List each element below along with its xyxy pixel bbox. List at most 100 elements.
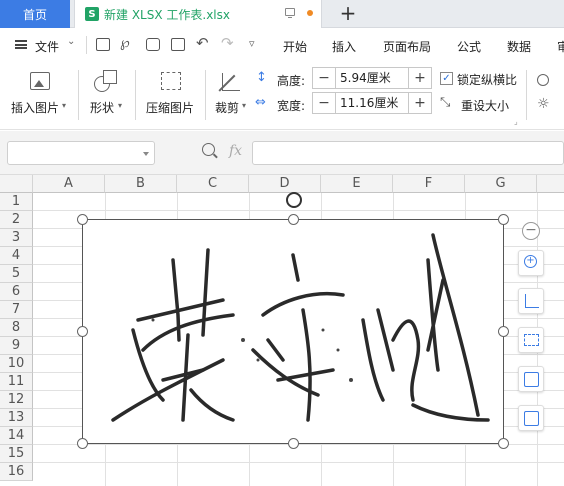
chevron-down-icon[interactable]: ▾: [118, 101, 122, 110]
row-header[interactable]: 12: [0, 391, 33, 409]
lock-ratio-checkbox[interactable]: ✓: [440, 72, 453, 85]
menu-bar: 文件 ⌄ ℘ ↶ ↷ ▿ 开始 插入 页面布局 公式 数据 审: [0, 28, 564, 62]
signature-picture[interactable]: [77, 192, 509, 449]
image-convert-button[interactable]: [518, 366, 544, 392]
print-icon[interactable]: [146, 38, 160, 51]
chevron-down-icon[interactable]: ▾: [242, 101, 246, 110]
zoom-in-button[interactable]: +: [518, 250, 544, 276]
row-header[interactable]: 5: [0, 265, 33, 283]
row-header[interactable]: 8: [0, 319, 33, 337]
resize-handle-bottom-right[interactable]: [498, 438, 509, 449]
column-header-b[interactable]: B: [105, 175, 177, 193]
dialog-launcher-icon[interactable]: ⌟: [514, 117, 518, 126]
menu-insert[interactable]: 插入: [332, 38, 356, 55]
undo-icon[interactable]: ↶: [196, 34, 209, 52]
select-all-corner[interactable]: [0, 175, 33, 193]
row-header[interactable]: 6: [0, 283, 33, 301]
menu-review[interactable]: 审: [557, 38, 564, 55]
lock-ratio-label[interactable]: 锁定纵横比: [457, 71, 517, 88]
height-stepper[interactable]: − 5.94厘米 +: [312, 67, 432, 89]
formula-input[interactable]: [252, 141, 564, 165]
row-header[interactable]: 16: [0, 463, 33, 481]
resize-handle-left[interactable]: [77, 326, 88, 337]
divider: [86, 36, 87, 54]
shape-square-icon[interactable]: [103, 70, 117, 84]
row-header[interactable]: 3: [0, 229, 33, 247]
chevron-down-icon[interactable]: ▾: [62, 101, 66, 110]
name-box[interactable]: [7, 141, 155, 165]
gridline: [33, 462, 564, 463]
format-painter-icon[interactable]: ℘: [120, 35, 130, 51]
brightness-icon[interactable]: ☼: [537, 96, 550, 112]
menu-home[interactable]: 开始: [283, 38, 307, 55]
column-header-d[interactable]: D: [249, 175, 321, 193]
resize-handle-top[interactable]: [288, 214, 299, 225]
menu-formula[interactable]: 公式: [457, 38, 481, 55]
row-header[interactable]: 9: [0, 337, 33, 355]
row-header[interactable]: 2: [0, 211, 33, 229]
collapse-toolbar-icon[interactable]: −: [522, 222, 540, 240]
rotate-handle-icon[interactable]: [286, 192, 302, 208]
unsaved-dot-icon: [307, 10, 313, 16]
width-stepper[interactable]: − 11.16厘米 +: [312, 92, 432, 114]
shape-button[interactable]: 形状: [90, 99, 114, 116]
signature-image: [111, 233, 490, 422]
new-tab-button[interactable]: +: [338, 2, 358, 24]
resize-handle-top-left[interactable]: [77, 214, 88, 225]
column-header-a[interactable]: A: [33, 175, 105, 193]
column-header-h[interactable]: [537, 175, 564, 193]
chevron-down-icon[interactable]: ⌄: [67, 36, 75, 47]
row-header[interactable]: 7: [0, 301, 33, 319]
crop-icon[interactable]: [222, 73, 240, 91]
row-header[interactable]: 15: [0, 445, 33, 463]
crop-button[interactable]: 裁剪: [215, 99, 239, 116]
resize-handle-bottom-left[interactable]: [77, 438, 88, 449]
height-decrease-button[interactable]: −: [313, 68, 335, 88]
width-increase-button[interactable]: +: [409, 93, 431, 113]
divider: [205, 70, 206, 120]
reset-size-button[interactable]: 重设大小: [461, 97, 509, 114]
column-header-f[interactable]: F: [393, 175, 465, 193]
gridline: [33, 210, 564, 211]
width-input[interactable]: 11.16厘米: [335, 93, 409, 113]
menu-file[interactable]: 文件: [35, 38, 59, 55]
compress-picture-button[interactable]: 压缩图片: [146, 99, 194, 116]
height-increase-button[interactable]: +: [409, 68, 431, 88]
row-header[interactable]: 4: [0, 247, 33, 265]
width-decrease-button[interactable]: −: [313, 93, 335, 113]
picture-effects-icon[interactable]: [537, 74, 549, 86]
row-header[interactable]: 13: [0, 409, 33, 427]
fx-icon[interactable]: fx: [229, 143, 242, 159]
row-header[interactable]: 11: [0, 373, 33, 391]
row-header[interactable]: 14: [0, 427, 33, 445]
monitor-icon[interactable]: [285, 8, 295, 18]
column-header-e[interactable]: E: [321, 175, 393, 193]
column-header-c[interactable]: C: [177, 175, 249, 193]
row-header[interactable]: 10: [0, 355, 33, 373]
menu-data[interactable]: 数据: [507, 38, 531, 55]
picture-frame-button[interactable]: [518, 327, 544, 353]
hamburger-icon[interactable]: [15, 40, 27, 49]
resize-handle-bottom[interactable]: [288, 438, 299, 449]
reset-size-icon[interactable]: ⤡: [440, 95, 450, 110]
resize-handle-top-right[interactable]: [498, 214, 509, 225]
crop-button-side[interactable]: [518, 288, 544, 314]
redo-icon[interactable]: ↷: [221, 34, 234, 52]
print-preview-icon[interactable]: [171, 38, 185, 51]
divider: [78, 70, 79, 120]
save-icon[interactable]: [96, 38, 110, 51]
document-title: 新建 XLSX 工作表.xlsx: [104, 7, 230, 22]
divider: [526, 70, 527, 120]
tab-document[interactable]: S 新建 XLSX 工作表.xlsx: [74, 0, 322, 28]
tab-home[interactable]: 首页: [0, 0, 70, 28]
column-header-g[interactable]: G: [465, 175, 537, 193]
quick-access-more-icon[interactable]: ▿: [249, 37, 255, 50]
compress-picture-icon[interactable]: [161, 72, 181, 90]
height-input[interactable]: 5.94厘米: [335, 68, 409, 88]
height-icon: ↕: [256, 70, 267, 85]
row-header[interactable]: 1: [0, 193, 33, 211]
resize-handle-right[interactable]: [498, 326, 509, 337]
image-replace-button[interactable]: [518, 405, 544, 431]
insert-picture-button[interactable]: 插入图片: [11, 99, 59, 116]
menu-page-layout[interactable]: 页面布局: [383, 38, 431, 55]
